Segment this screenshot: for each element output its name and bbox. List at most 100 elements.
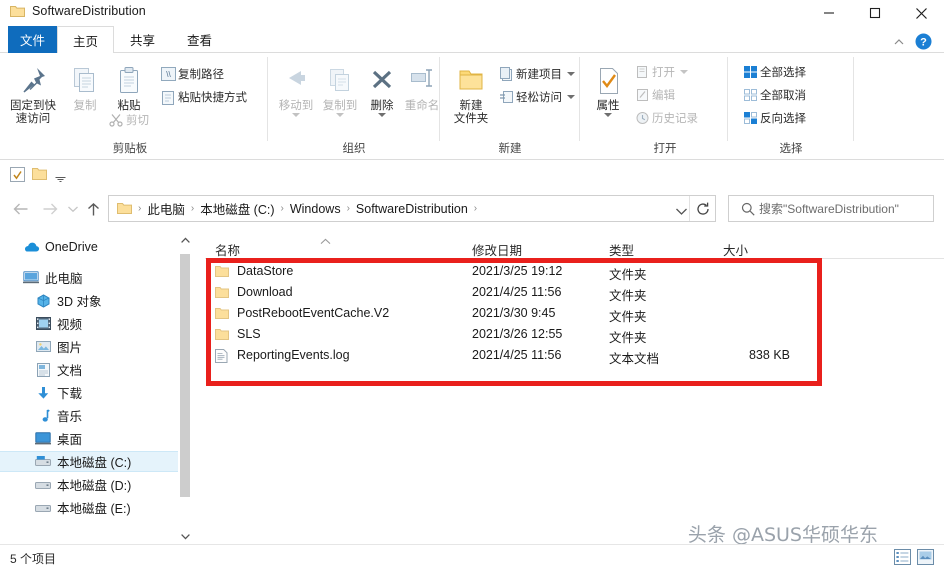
sidebar-item-label: 本地磁盘 (E:) [57,502,131,516]
back-button[interactable] [12,200,30,218]
folder-icon [215,307,229,323]
copy-path-button[interactable]: \\ 复制路径 [158,63,224,85]
file-explorer-window: SoftwareDistribution 文件 主页 共享 查看 ? 固定到快 … [0,0,944,570]
sidebar-item-local-disk-e[interactable]: 本地磁盘 (E:) [0,497,178,518]
column-header-size[interactable]: 大小 [723,240,748,259]
sidebar-item-label: 下载 [57,387,83,401]
onedrive-cloud-icon [22,241,40,253]
sidebar-item-pictures[interactable]: 图片 [0,336,178,357]
refresh-icon[interactable] [689,196,715,221]
sidebar-item-local-disk-d[interactable]: 本地磁盘 (D:) [0,474,178,495]
table-row[interactable]: PostRebootEventCache.V2 2021/3/30 9:45 文… [205,304,944,325]
breadcrumb[interactable]: › 此电脑 › 本地磁盘 (C:) › Windows › SoftwareDi… [108,195,716,222]
watermark: 头条 @ASUS华硕华东 [687,524,878,546]
rename-button[interactable]: 重命名 [400,61,444,113]
scroll-down-button[interactable] [178,528,192,544]
column-header-date[interactable]: 修改日期 [472,240,522,259]
details-view-icon[interactable] [894,549,911,570]
folder-icon [10,5,25,18]
table-row[interactable]: DataStore 2021/3/25 19:12 文件夹 [205,262,944,283]
documents-icon [34,362,52,377]
close-button[interactable] [898,0,944,26]
delete-button[interactable]: 删除 [362,61,402,118]
local-disk-c-icon [34,455,52,468]
new-item-button[interactable]: 新建项目 [496,63,575,85]
easy-access-button[interactable]: 轻松访问 [496,86,575,108]
help-icon[interactable]: ? [915,33,932,50]
invert-selection-label: 反向选择 [760,113,806,125]
breadcrumb-separator: › [346,203,350,214]
move-to-button[interactable]: 移动到 [274,61,318,118]
file-name: ReportingEvents.log [237,348,350,362]
pin-icon [4,61,62,97]
folder-small-icon[interactable] [32,167,47,186]
sidebar-item-label: 3D 对象 [57,295,102,309]
group-label-organize: 组织 [342,143,366,155]
chevron-down-icon [378,113,386,117]
copy-to-button[interactable]: 复制到 [318,61,362,118]
breadcrumb-local-disk-c[interactable]: 本地磁盘 (C:) [200,199,274,218]
chevron-down-icon[interactable] [676,203,687,221]
open-button[interactable]: 打开 [632,61,688,83]
chevron-up-icon[interactable] [892,35,906,49]
column-header-type[interactable]: 类型 [609,240,634,259]
scrollbar-thumb[interactable] [180,254,190,497]
up-button[interactable] [84,200,102,218]
chevron-down-icon[interactable] [55,171,66,189]
column-header-name[interactable]: 名称 [215,240,240,259]
file-name: Download [237,285,293,299]
sidebar-item-downloads[interactable]: 下载 [0,382,178,403]
folder-icon [117,202,132,215]
maximize-button[interactable] [852,0,898,26]
sidebar-item-desktop[interactable]: 桌面 [0,428,178,449]
delete-label: 删除 [370,100,394,112]
history-button[interactable]: 历史记录 [632,107,698,129]
sidebar-item-label: 本地磁盘 (D:) [57,479,132,493]
open-icon [632,65,652,79]
tab-share[interactable]: 共享 [114,26,171,53]
edit-button[interactable]: 编辑 [632,84,675,106]
folder-icon [215,286,229,302]
invert-selection-button[interactable]: 反向选择 [740,107,806,129]
properties-small-icon[interactable] [10,167,25,187]
sidebar-item-3d-objects[interactable]: 3D 对象 [0,290,178,311]
sidebar-item-this-pc[interactable]: 此电脑 [0,267,178,288]
move-to-label: 移动到 [278,100,314,112]
sidebar-item-documents[interactable]: 文档 [0,359,178,380]
breadcrumb-softwaredistribution[interactable]: SoftwareDistribution [356,202,468,216]
sidebar-item-music[interactable]: 音乐 [0,405,178,426]
view-mode-buttons [894,549,934,570]
tab-view[interactable]: 查看 [171,26,228,53]
paste-shortcut-button[interactable]: 粘贴快捷方式 [158,86,247,108]
breadcrumb-windows[interactable]: Windows [290,202,341,216]
select-all-button[interactable]: 全部选择 [740,61,806,83]
forward-button[interactable] [41,200,59,218]
scroll-up-button[interactable] [178,232,192,248]
sidebar-item-local-disk-c[interactable]: 本地磁盘 (C:) [0,451,178,472]
sidebar-item-label: 文档 [57,364,83,378]
tab-home[interactable]: 主页 [57,26,114,53]
sidebar-item-videos[interactable]: 视频 [0,313,178,334]
ribbon-group-open: 属性 打开 编辑 历史记录 打开 [580,53,728,160]
large-icons-view-icon[interactable] [917,549,934,570]
pin-to-quick-access-button[interactable]: 固定到快 速访问 [4,61,62,126]
cut-button[interactable]: 剪切 [106,109,149,131]
minimize-button[interactable] [806,0,852,26]
select-none-button[interactable]: 全部取消 [740,84,806,106]
navigation-scrollbar[interactable] [178,232,192,544]
tab-file[interactable]: 文件 [8,26,57,53]
table-row[interactable]: Download 2021/4/25 11:56 文件夹 [205,283,944,304]
paste-button[interactable]: 粘贴 [106,61,152,113]
table-row[interactable]: ReportingEvents.log 2021/4/25 11:56 文本文档… [205,346,944,367]
open-label: 打开 [652,67,675,79]
search-input[interactable]: 搜索"SoftwareDistribution" [728,195,934,222]
sidebar-item-onedrive[interactable]: OneDrive [0,236,178,257]
status-bar: 5 个项目 [0,544,944,570]
table-row[interactable]: SLS 2021/3/26 12:55 文件夹 [205,325,944,346]
new-folder-button[interactable]: 新建 文件夹 [446,61,496,126]
recent-locations-button[interactable] [64,200,82,218]
properties-button[interactable]: 属性 [586,61,630,118]
breadcrumb-this-pc[interactable]: 此电脑 [147,199,185,218]
copy-button[interactable]: 复制 [62,61,108,113]
properties-label: 属性 [596,100,620,112]
